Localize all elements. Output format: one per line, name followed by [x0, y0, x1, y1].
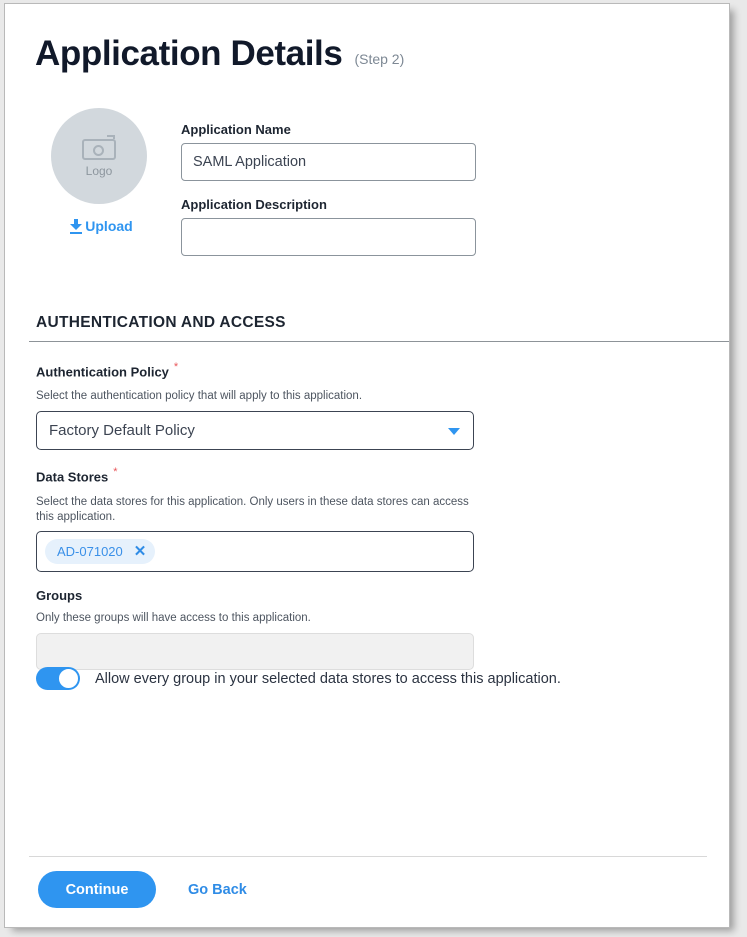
go-back-button[interactable]: Go Back — [188, 882, 247, 898]
required-asterisk: * — [113, 466, 117, 478]
authentication-access-form: Authentication Policy * Select the authen… — [36, 361, 476, 686]
groups-label: Groups — [36, 588, 476, 603]
toggle-knob — [58, 668, 79, 689]
logo-placeholder[interactable]: Logo — [51, 108, 147, 204]
section-divider — [29, 341, 729, 342]
close-icon[interactable]: ✕ — [134, 544, 147, 559]
authentication-policy-block: Authentication Policy * Select the authen… — [36, 361, 476, 450]
data-stores-label-row: Data Stores * — [36, 466, 476, 486]
data-stores-block: Data Stores * Select the data stores for … — [36, 466, 476, 572]
chevron-down-icon — [448, 428, 460, 435]
application-fields: Application Name Application Description — [181, 122, 476, 256]
page-title: Application Details — [35, 36, 342, 71]
authentication-policy-label: Authentication Policy — [36, 364, 169, 379]
application-name-label: Application Name — [181, 122, 476, 137]
allow-all-groups-label: Allow every group in your selected data … — [95, 671, 561, 687]
page-header: Application Details (Step 2) — [35, 36, 404, 71]
data-stores-input[interactable]: AD-071020 ✕ — [36, 531, 474, 572]
download-arrow-icon — [69, 219, 82, 234]
application-name-input[interactable] — [181, 143, 476, 181]
authentication-policy-label-row: Authentication Policy * — [36, 361, 476, 381]
allow-all-groups-row: Allow every group in your selected data … — [36, 667, 561, 690]
data-stores-help: Select the data stores for this applicat… — [36, 495, 476, 525]
logo-placeholder-label: Logo — [86, 164, 113, 178]
footer-actions: Continue Go Back — [38, 871, 247, 908]
groups-help: Only these groups will have access to th… — [36, 611, 476, 626]
section-heading: AUTHENTICATION AND ACCESS — [36, 314, 286, 332]
authentication-policy-value: Factory Default Policy — [49, 422, 195, 439]
data-stores-label: Data Stores — [36, 470, 108, 485]
logo-column: Logo Upload — [51, 108, 151, 239]
camera-icon — [82, 135, 116, 160]
data-store-chip[interactable]: AD-071020 ✕ — [45, 539, 155, 564]
authentication-policy-select[interactable]: Factory Default Policy — [36, 411, 474, 450]
application-details-panel: Application Details (Step 2) Logo — [4, 3, 730, 928]
panel-body: Application Details (Step 2) Logo — [5, 4, 729, 927]
groups-input-disabled — [36, 633, 474, 670]
footer-divider — [29, 856, 707, 857]
required-asterisk: * — [174, 361, 178, 373]
authentication-policy-help: Select the authentication policy that wi… — [36, 389, 476, 404]
groups-block: Groups Only these groups will have acces… — [36, 588, 476, 670]
step-indicator: (Step 2) — [354, 51, 404, 67]
screen-background: Application Details (Step 2) Logo — [0, 0, 747, 937]
upload-button[interactable]: Upload — [69, 218, 132, 234]
continue-button[interactable]: Continue — [38, 871, 156, 908]
upload-label: Upload — [85, 218, 132, 234]
application-description-input[interactable] — [181, 218, 476, 256]
application-description-label: Application Description — [181, 197, 476, 212]
allow-all-groups-toggle[interactable] — [36, 667, 80, 690]
data-store-chip-label: AD-071020 — [57, 544, 123, 559]
